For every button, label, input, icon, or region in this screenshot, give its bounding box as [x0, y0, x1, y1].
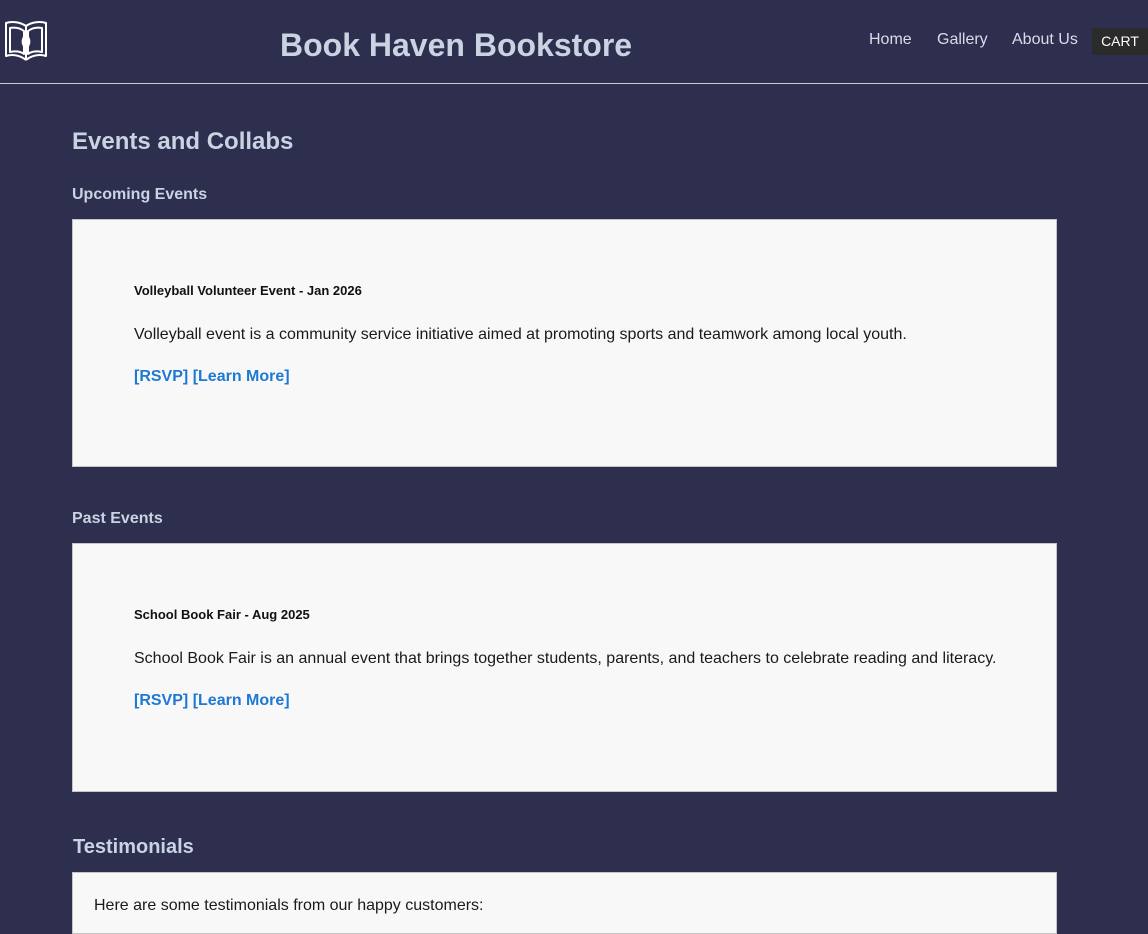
testimonials-heading: Testimonials	[73, 836, 194, 858]
page-heading: Events and Collabs	[72, 128, 294, 155]
testimonials-card: Here are some testimonials from our happ…	[72, 872, 1057, 934]
upcoming-event-card: Volleyball Volunteer Event - Jan 2026 Vo…	[72, 219, 1057, 467]
event-title: School Book Fair - Aug 2025	[134, 607, 310, 622]
testimonials-intro: Here are some testimonials from our happ…	[94, 897, 484, 914]
rsvp-link[interactable]: [RSVP]	[134, 368, 188, 385]
site-header: Book Haven Bookstore Home Gallery About …	[0, 0, 1148, 84]
past-event-card: School Book Fair - Aug 2025 School Book …	[72, 543, 1057, 792]
nav-about-us-link[interactable]: About Us	[1012, 31, 1078, 49]
nav-home-link[interactable]: Home	[869, 31, 912, 49]
learn-more-link[interactable]: [Learn More]	[193, 368, 290, 385]
cart-button[interactable]: CART	[1092, 28, 1148, 55]
open-book-logo-icon[interactable]	[2, 18, 50, 64]
event-links: [RSVP] [Learn More]	[134, 368, 290, 386]
event-title: Volleyball Volunteer Event - Jan 2026	[134, 283, 362, 298]
nav-gallery-link[interactable]: Gallery	[937, 31, 988, 49]
event-description: Volleyball event is a community service …	[134, 326, 907, 343]
site-title: Book Haven Bookstore	[280, 27, 633, 63]
upcoming-events-heading: Upcoming Events	[72, 186, 208, 203]
event-links: [RSVP] [Learn More]	[134, 692, 290, 710]
event-description: School Book Fair is an annual event that…	[134, 650, 997, 667]
rsvp-link[interactable]: [RSVP]	[134, 692, 188, 709]
past-events-heading: Past Events	[72, 510, 163, 527]
learn-more-link[interactable]: [Learn More]	[193, 692, 290, 709]
